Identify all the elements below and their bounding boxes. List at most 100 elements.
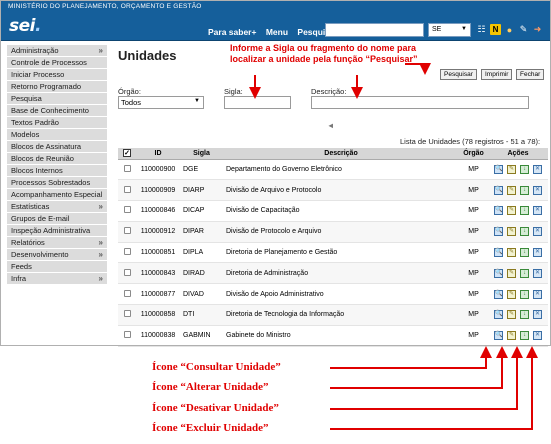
alterar-unidade-icon[interactable]: ✎ — [507, 331, 516, 341]
excluir-unidade-icon[interactable]: ✕ — [533, 331, 542, 341]
sidebar-item[interactable]: Controle de Processos — [7, 57, 107, 69]
consultar-unidade-icon[interactable]: 🔍 — [494, 206, 503, 216]
consultar-unidade-icon[interactable]: 🔍 — [494, 289, 503, 299]
cell-acoes: 🔍 ✎ ↓ ✕ — [488, 200, 548, 222]
sidebar-item[interactable]: Blocos de Reunião — [7, 153, 107, 165]
excluir-unidade-icon[interactable]: ✕ — [533, 289, 542, 299]
sigla-input[interactable] — [224, 96, 291, 109]
sidebar-item[interactable]: Infra » — [7, 273, 107, 285]
alterar-unidade-icon[interactable]: ✎ — [507, 185, 516, 195]
legend-desativar: Ícone “Desativar Unidade” — [152, 402, 279, 414]
col-orgao[interactable]: Órgão — [459, 148, 488, 160]
link-para-saber[interactable]: Para saber+ — [208, 27, 256, 37]
sidebar-item[interactable]: Base de Conhecimento — [7, 105, 107, 117]
row-checkbox[interactable] — [118, 262, 136, 285]
desativar-unidade-icon[interactable]: ↓ — [520, 248, 529, 258]
sidebar-item[interactable]: Blocos de Assinatura — [7, 141, 107, 153]
desativar-unidade-icon[interactable]: ↓ — [520, 289, 529, 299]
alterar-unidade-icon[interactable]: ✎ — [507, 268, 516, 278]
sidebar-item[interactable]: Iniciar Processo — [7, 69, 107, 81]
top-links: Para saber+ Menu Pesquisa — [208, 27, 342, 37]
sidebar-item[interactable]: Desenvolvimento » — [7, 249, 107, 261]
arrow-excluir — [330, 346, 538, 430]
unit-select[interactable]: SE ▼ — [428, 23, 471, 37]
cell-acoes: 🔍 ✎ ↓ ✕ — [488, 221, 548, 243]
print-button[interactable]: Imprimir — [481, 69, 513, 80]
sidebar-item-label: Estatísticas — [11, 202, 50, 211]
desativar-unidade-icon[interactable]: ↓ — [520, 268, 529, 278]
orgao-select[interactable]: Todos ▼ — [118, 96, 204, 109]
consultar-unidade-icon[interactable]: 🔍 — [494, 331, 503, 341]
alterar-unidade-icon[interactable]: ✎ — [507, 164, 516, 174]
col-id[interactable]: ID — [136, 148, 180, 160]
desativar-unidade-icon[interactable]: ↓ — [520, 331, 529, 341]
sidebar-item[interactable]: Administração » — [7, 45, 107, 57]
sidebar-item[interactable]: Blocos Internos — [7, 165, 107, 177]
desativar-unidade-icon[interactable]: ↓ — [520, 164, 529, 174]
sidebar-item[interactable]: Inspeção Administrativa — [7, 225, 107, 237]
consultar-unidade-icon[interactable]: 🔍 — [494, 268, 503, 278]
excluir-unidade-icon[interactable]: ✕ — [533, 227, 542, 237]
sidebar-item[interactable]: Modelos — [7, 129, 107, 141]
sidebar-item[interactable]: Acompanhamento Especial — [7, 189, 107, 201]
excluir-unidade-icon[interactable]: ✕ — [533, 185, 542, 195]
sidebar-item[interactable]: Pesquisa — [7, 93, 107, 105]
chevron-right-icon: » — [98, 238, 103, 247]
row-checkbox[interactable] — [118, 304, 136, 326]
sidebar-item[interactable]: Processos Sobrestados — [7, 177, 107, 189]
row-checkbox[interactable] — [118, 242, 136, 264]
search-button[interactable]: Pesquisar — [440, 69, 477, 80]
user-icon[interactable]: ● — [504, 24, 515, 35]
consultar-unidade-icon[interactable]: 🔍 — [494, 227, 503, 237]
alterar-unidade-icon[interactable]: ✎ — [507, 310, 516, 320]
cell-descricao: Gabinete do Ministro — [223, 325, 459, 347]
n-icon[interactable]: N — [490, 24, 501, 35]
sidebar-item[interactable]: Feeds — [7, 261, 107, 273]
quick-search-input[interactable] — [325, 23, 424, 37]
sidebar-item[interactable]: Textos Padrão — [7, 117, 107, 129]
close-button[interactable]: Fechar — [516, 69, 545, 80]
link-menu[interactable]: Menu — [266, 27, 288, 37]
sidebar-item[interactable]: Relatórios » — [7, 237, 107, 249]
alterar-unidade-icon[interactable]: ✎ — [507, 227, 516, 237]
desativar-unidade-icon[interactable]: ↓ — [520, 227, 529, 237]
excluir-unidade-icon[interactable]: ✕ — [533, 248, 542, 258]
excluir-unidade-icon[interactable]: ✕ — [533, 206, 542, 216]
row-checkbox[interactable] — [118, 221, 136, 243]
select-all-checkbox[interactable]: ✓ — [118, 148, 136, 160]
sei-logo[interactable]: sei. — [9, 16, 41, 36]
row-checkbox[interactable] — [118, 200, 136, 222]
descricao-input[interactable] — [311, 96, 529, 109]
cell-descricao: Diretoria de Administração — [223, 262, 459, 285]
row-checkbox[interactable] — [118, 159, 136, 181]
consultar-unidade-icon[interactable]: 🔍 — [494, 164, 503, 174]
alterar-unidade-icon[interactable]: ✎ — [507, 248, 516, 258]
previous-page-icon[interactable]: ◄ — [327, 121, 334, 130]
desativar-unidade-icon[interactable]: ↓ — [520, 206, 529, 216]
cell-sigla: DGE — [180, 159, 223, 181]
consultar-unidade-icon[interactable]: 🔍 — [494, 310, 503, 320]
sidebar-item[interactable]: Grupos de E-mail — [7, 213, 107, 225]
alterar-unidade-icon[interactable]: ✎ — [507, 206, 516, 216]
row-checkbox[interactable] — [118, 179, 136, 202]
row-checkbox[interactable] — [118, 283, 136, 306]
desativar-unidade-icon[interactable]: ↓ — [520, 185, 529, 195]
sidebar-item-label: Grupos de E-mail — [11, 214, 70, 223]
desativar-unidade-icon[interactable]: ↓ — [520, 310, 529, 320]
sidebar-item[interactable]: Retorno Programado — [7, 81, 107, 93]
sidebar-item[interactable]: Estatísticas » — [7, 201, 107, 213]
exit-icon[interactable]: ➜ — [532, 24, 543, 35]
excluir-unidade-icon[interactable]: ✕ — [533, 268, 542, 278]
alterar-unidade-icon[interactable]: ✎ — [507, 289, 516, 299]
col-sigla[interactable]: Sigla — [180, 148, 223, 160]
consultar-unidade-icon[interactable]: 🔍 — [494, 185, 503, 195]
list-icon[interactable]: ☷ — [476, 24, 487, 35]
consultar-unidade-icon[interactable]: 🔍 — [494, 248, 503, 258]
col-descricao[interactable]: Descrição — [223, 148, 459, 160]
cell-orgao: MP — [459, 283, 488, 306]
excluir-unidade-icon[interactable]: ✕ — [533, 164, 542, 174]
cell-acoes: 🔍 ✎ ↓ ✕ — [488, 262, 548, 285]
row-checkbox[interactable] — [118, 325, 136, 347]
wrench-icon[interactable]: ✎ — [518, 24, 529, 35]
excluir-unidade-icon[interactable]: ✕ — [533, 310, 542, 320]
